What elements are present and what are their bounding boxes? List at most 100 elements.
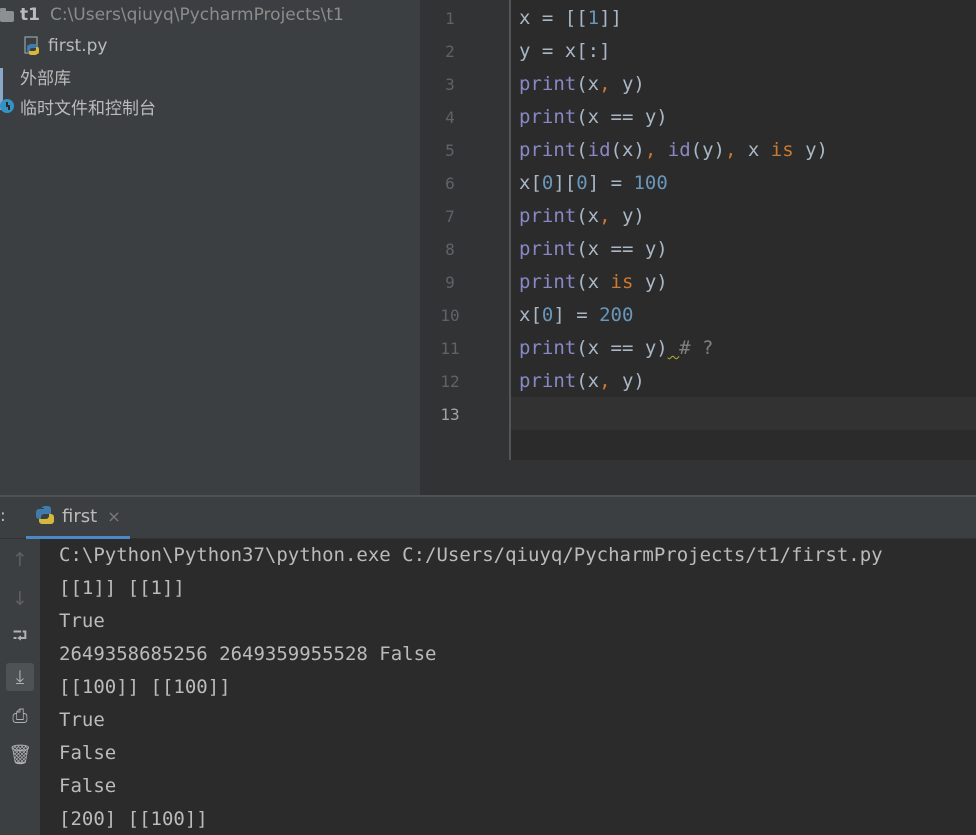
scroll-to-end-icon[interactable]: ⤓: [6, 663, 34, 691]
code-line[interactable]: print(x, y): [519, 68, 645, 101]
scratches-label: 临时文件和控制台: [20, 98, 156, 119]
run-tab-label: first: [62, 506, 98, 527]
scratches-icon: [0, 99, 14, 113]
code-token: (x == y): [576, 337, 668, 359]
code-token: (x == y): [576, 238, 668, 260]
file-name: first.py: [48, 36, 108, 56]
external-libs-label: 外部库: [20, 68, 71, 89]
line-number: 6: [445, 174, 455, 193]
line-number: 7: [445, 207, 455, 226]
project-name: t1: [20, 5, 40, 25]
tree-file-row[interactable]: first.py: [24, 31, 107, 61]
code-token: (x: [576, 205, 600, 227]
code-token: print: [519, 139, 577, 161]
project-path: C:\Users\qiuyq\PycharmProjects\t1: [49, 5, 344, 25]
console-line: True: [59, 610, 105, 632]
code-token: 1: [587, 7, 600, 29]
line-number: 2: [445, 42, 455, 61]
library-icon: [0, 68, 14, 110]
code-token: ,: [599, 73, 611, 95]
tree-root-row[interactable]: t1 C:\Users\qiuyq\PycharmProjects\t1: [0, 0, 344, 30]
code-token: x = [[: [519, 7, 588, 29]
console-line: 2649358685256 2649359955528 False: [59, 643, 437, 665]
code-line[interactable]: x[0] = 200: [519, 299, 633, 332]
line-number: 9: [445, 273, 455, 292]
code-line[interactable]: print(x == y): [519, 233, 668, 266]
line-number: 8: [445, 240, 455, 259]
code-token: is: [770, 139, 794, 161]
code-token: x: [736, 139, 771, 161]
code-token: (: [576, 139, 588, 161]
code-token: ,: [644, 139, 657, 161]
code-token: ]]: [599, 7, 622, 29]
code-token: 0: [541, 172, 554, 194]
code-token: y): [633, 271, 668, 293]
console-line: False: [59, 742, 117, 764]
print-icon[interactable]: ⎙: [6, 702, 34, 730]
code-token: ][: [553, 172, 577, 194]
code-token: (y): [690, 139, 725, 161]
code-token: (x: [576, 271, 611, 293]
soft-wrap-icon[interactable]: ⮒: [6, 624, 34, 652]
editor-bottom-area: [420, 460, 976, 495]
folder-icon: [0, 7, 14, 22]
console-line: C:\Python\Python37\python.exe C:/Users/q…: [59, 544, 883, 566]
code-token: is: [610, 271, 634, 293]
console-line: [[1]] [[1]]: [59, 577, 185, 599]
line-number: 4: [445, 108, 455, 127]
run-panel-header: [0, 497, 976, 539]
code-token: y): [610, 205, 645, 227]
code-line[interactable]: x[0][0] = 100: [519, 167, 668, 200]
console-line: True: [59, 709, 105, 731]
code-token: print: [519, 337, 577, 359]
code-token: id: [667, 139, 691, 161]
code-line[interactable]: x = [[1]]: [519, 2, 622, 35]
code-token: 0: [576, 172, 588, 194]
code-token: y = x[:]: [519, 40, 611, 62]
code-token: ,: [599, 205, 611, 227]
line-number: 13: [440, 405, 460, 424]
rerun-up-icon[interactable]: ↑: [6, 546, 34, 574]
code-line[interactable]: print(x, y): [519, 365, 645, 398]
code-token: y): [610, 370, 645, 392]
code-token: id: [587, 139, 611, 161]
line-number: 1: [445, 9, 455, 28]
code-line[interactable]: print(x == y): [519, 101, 668, 134]
code-line[interactable]: print(x is y): [519, 266, 668, 299]
line-number: 3: [445, 75, 455, 94]
run-tab-first[interactable]: first ×: [26, 497, 130, 539]
tree-external-libs-row[interactable]: 外部库: [0, 61, 71, 110]
line-number: 10: [440, 306, 460, 325]
code-line[interactable]: print(id(x), id(y), x is y): [519, 134, 828, 167]
line-number: 5: [445, 141, 455, 160]
trash-icon[interactable]: 🗑: [6, 740, 34, 768]
code-token: (x: [576, 370, 600, 392]
code-token: ,: [599, 370, 611, 392]
code-line[interactable]: print(x == y) # ?: [519, 332, 714, 365]
python-icon: [34, 504, 56, 530]
line-number: 12: [440, 372, 460, 391]
run-toolbar: ↑ ↓ ⮒ ⤓ ⎙ 🗑: [0, 539, 40, 835]
code-token: ,: [725, 139, 737, 161]
code-token: print: [519, 205, 577, 227]
console-line: [200] [[100]]: [59, 808, 208, 830]
line-number: 11: [440, 339, 460, 358]
console-line: [[100]] [[100]]: [59, 676, 231, 698]
caret-line-highlight: [511, 397, 976, 430]
code-token: (x: [576, 73, 600, 95]
code-token: (x == y): [576, 106, 668, 128]
arrow-down-icon[interactable]: ↓: [6, 585, 34, 613]
code-token: 200: [599, 304, 634, 326]
code-token: 0: [541, 304, 554, 326]
tree-scratches-row[interactable]: 临时文件和控制台: [0, 91, 156, 121]
code-token: ] =: [587, 172, 634, 194]
code-line[interactable]: y = x[:]: [519, 35, 611, 68]
run-panel-title: :: [0, 506, 6, 526]
code-token: 100: [633, 172, 668, 194]
code-token: print: [519, 106, 577, 128]
code-line[interactable]: print(x, y): [519, 200, 645, 233]
close-icon[interactable]: ×: [107, 507, 120, 526]
code-token: y): [793, 139, 828, 161]
